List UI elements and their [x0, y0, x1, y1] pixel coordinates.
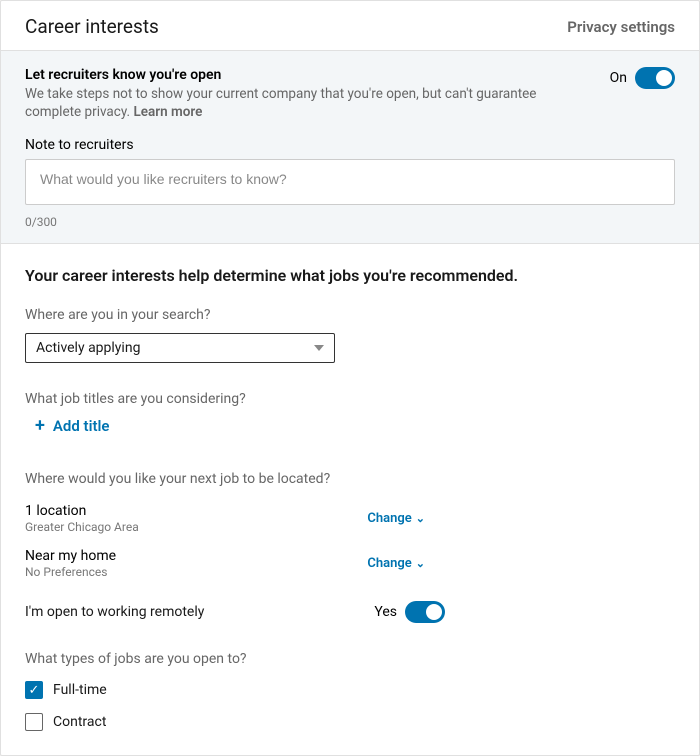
remote-toggle[interactable] — [405, 601, 445, 623]
caret-down-icon — [314, 345, 324, 351]
location-2-sub: No Preferences — [25, 565, 116, 579]
job-type-fulltime[interactable]: ✓ Full-time — [25, 681, 675, 699]
chevron-down-icon: ⌄ — [416, 557, 425, 570]
job-type-contract[interactable]: Contract — [25, 713, 675, 731]
location-1-sub: Greater Chicago Area — [25, 520, 139, 534]
learn-more-link[interactable]: Learn more — [133, 104, 202, 120]
search-stage-value: Actively applying — [36, 340, 140, 356]
location-2-title: Near my home — [25, 548, 116, 564]
search-stage-select[interactable]: Actively applying — [25, 333, 335, 363]
recruiters-toggle[interactable] — [635, 67, 675, 89]
main-heading: Your career interests help determine wha… — [25, 266, 675, 285]
location-row-2: Near my home No Preferences Change ⌄ — [25, 548, 425, 579]
card-header: Career interests Privacy settings — [1, 1, 699, 51]
remote-toggle-label: Yes — [374, 604, 397, 620]
chevron-down-icon: ⌄ — [416, 512, 425, 525]
note-counter: 0/300 — [25, 215, 675, 229]
main-section: Your career interests help determine wha… — [1, 244, 699, 755]
plus-icon: + — [35, 419, 45, 433]
add-title-button[interactable]: + Add title — [35, 417, 109, 435]
job-titles-label: What job titles are you considering? — [25, 391, 675, 407]
checkbox-unchecked-icon — [25, 713, 43, 731]
remote-label: I'm open to working remotely — [25, 604, 204, 620]
location-1-change[interactable]: Change ⌄ — [367, 511, 425, 526]
career-interests-card: Career interests Privacy settings Let re… — [0, 0, 700, 756]
search-stage-label: Where are you in your search? — [25, 307, 675, 323]
recruiters-toggle-block: On — [610, 67, 675, 89]
remote-row: I'm open to working remotely Yes — [25, 601, 445, 623]
privacy-settings-link[interactable]: Privacy settings — [567, 18, 675, 36]
location-1-title: 1 location — [25, 503, 139, 519]
recruiters-section: Let recruiters know you're open We take … — [1, 51, 699, 244]
page-title: Career interests — [25, 15, 159, 38]
note-field-wrapper — [25, 159, 675, 205]
recruiters-text: Let recruiters know you're open We take … — [25, 67, 590, 121]
location-row-1: 1 location Greater Chicago Area Change ⌄ — [25, 503, 425, 534]
note-input[interactable] — [38, 170, 662, 188]
recruiters-desc: We take steps not to show your current c… — [25, 85, 590, 121]
checkbox-checked-icon: ✓ — [25, 681, 43, 699]
location-label: Where would you like your next job to be… — [25, 471, 675, 487]
recruiters-title: Let recruiters know you're open — [25, 67, 590, 83]
job-types-label: What types of jobs are you open to? — [25, 651, 675, 667]
recruiters-toggle-label: On — [610, 70, 627, 86]
note-label: Note to recruiters — [25, 137, 675, 153]
location-2-change[interactable]: Change ⌄ — [367, 556, 425, 571]
